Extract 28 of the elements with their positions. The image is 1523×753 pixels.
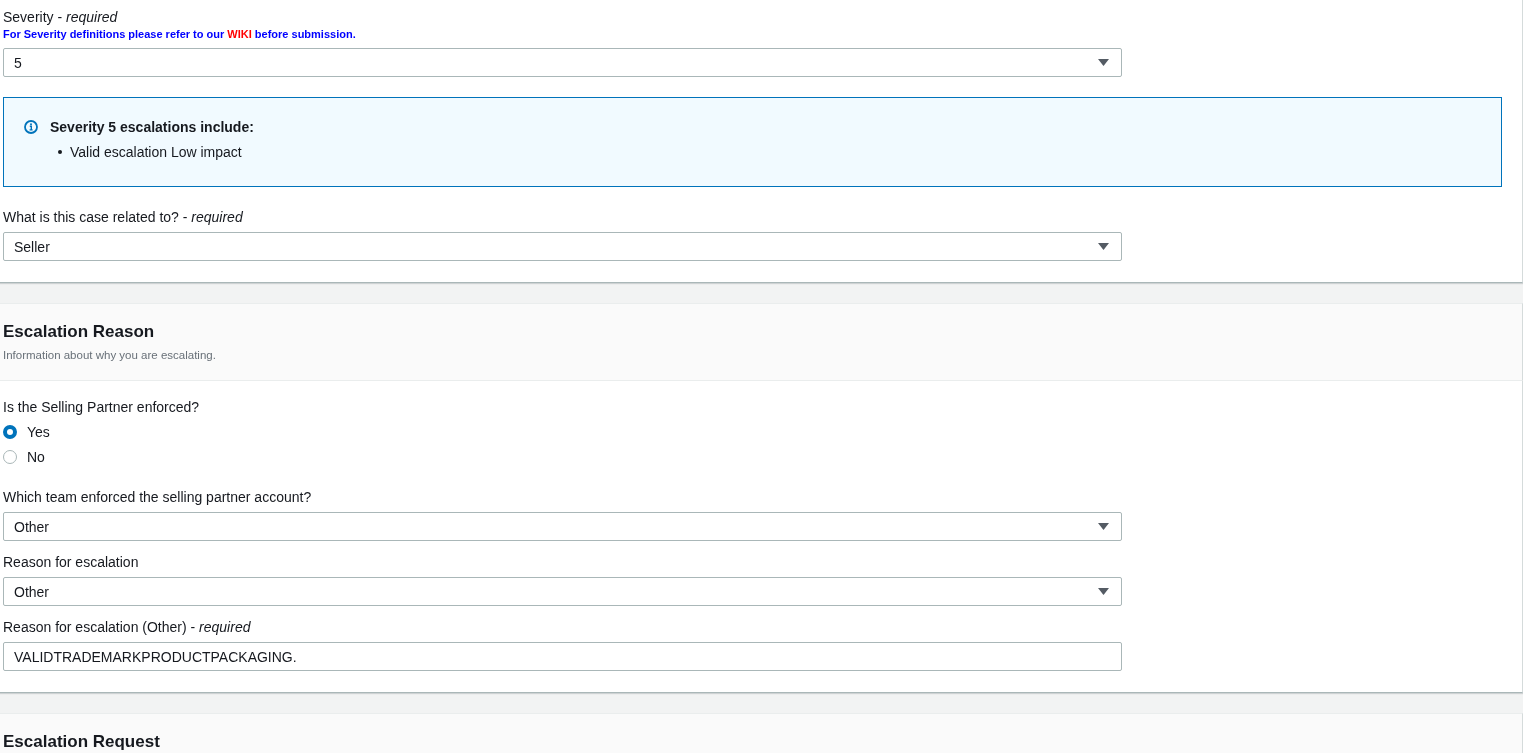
bullet-icon <box>58 150 62 154</box>
dropdown-select[interactable]: Other <box>3 577 1122 606</box>
text-input[interactable]: VALIDTRADEMARKPRODUCTPACKAGING. <box>3 642 1122 671</box>
radio-button[interactable] <box>3 425 17 439</box>
field-label: What is this case related to? - required <box>3 208 243 226</box>
section-description: Information about why you are escalating. <box>3 348 216 362</box>
info-icon <box>24 120 38 134</box>
caret-icon <box>1098 243 1109 250</box>
dropdown-select[interactable]: Other <box>3 512 1122 541</box>
radio-label[interactable]: Yes <box>27 423 50 441</box>
radio-label[interactable]: No <box>27 448 45 466</box>
caret-icon <box>1098 588 1109 595</box>
dropdown-select[interactable]: Seller <box>3 232 1122 261</box>
dropdown-select[interactable]: 5 <box>3 48 1122 77</box>
field-label: Reason for escalation (Other) - required <box>3 618 251 636</box>
radio-button[interactable] <box>3 450 17 464</box>
alert-title: Severity 5 escalations include: <box>50 118 254 137</box>
caret-icon <box>1098 59 1109 66</box>
section-title: Escalation Request <box>3 731 160 753</box>
severity-note: For Severity definitions please refer to our WIKI before submission. <box>3 27 356 41</box>
alert-item: Valid escalation Low impact <box>70 143 242 162</box>
caret-icon <box>1098 523 1109 530</box>
wiki-link[interactable]: WIKI <box>227 28 252 40</box>
field-label: Severity - required <box>3 8 118 26</box>
section-title: Escalation Reason <box>3 321 155 343</box>
field-label: Is the Selling Partner enforced? <box>3 398 200 416</box>
field-label: Which team enforced the selling partner account? <box>3 488 312 506</box>
field-label: Reason for escalation <box>3 553 139 571</box>
